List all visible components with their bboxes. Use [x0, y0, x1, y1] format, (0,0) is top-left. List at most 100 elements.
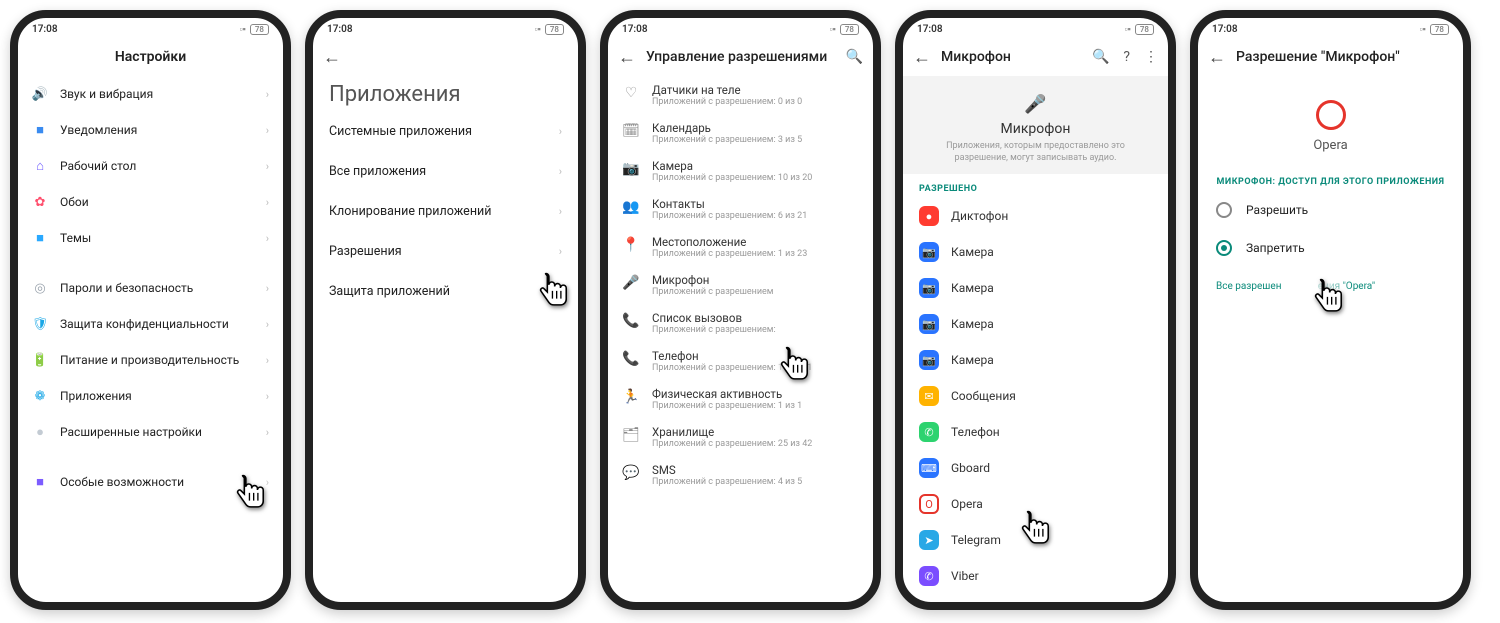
app-item[interactable]: OOpera	[903, 486, 1168, 522]
option-deny[interactable]: Запретить	[1198, 229, 1463, 267]
page-title: Управление разрешениями	[646, 49, 827, 65]
settings-item[interactable]: 🛡Защита конфиденциальности›	[18, 306, 283, 342]
settings-item[interactable]: ■ Темы ›	[18, 220, 283, 256]
permission-item[interactable]: 🏃 Физическая активностьПриложений с разре…	[608, 380, 873, 418]
permission-icon: 🗓	[622, 123, 640, 139]
app-label: Диктофон	[951, 209, 1008, 223]
app-item[interactable]: 📷Камера	[903, 270, 1168, 306]
app-item[interactable]: ● Диктофон	[903, 198, 1168, 234]
radio-deny[interactable]	[1216, 240, 1232, 256]
chevron-right-icon: ›	[266, 426, 269, 439]
item-icon: ●	[32, 424, 48, 440]
apps-item[interactable]: Клонирование приложений›	[313, 191, 578, 231]
permission-title: Список вызовов	[652, 311, 776, 325]
permission-title: Физическая активность	[652, 387, 802, 401]
app-icon: ●	[919, 206, 939, 226]
item-label: Уведомления	[60, 123, 254, 137]
settings-item[interactable]: 🔊Звук и вибрация›	[18, 76, 283, 112]
back-button[interactable]: ←	[618, 47, 636, 68]
app-item[interactable]: ✉Сообщения	[903, 378, 1168, 414]
status-time: 17:08	[1212, 24, 1238, 35]
item-label: Темы	[60, 231, 254, 245]
settings-item[interactable]: ⌂Рабочий стол›	[18, 148, 283, 184]
app-item[interactable]: 📷Камера	[903, 306, 1168, 342]
app-item[interactable]: ➤Telegram	[903, 522, 1168, 558]
app-item[interactable]: ✆Телефон	[903, 414, 1168, 450]
item-label: Клонирование приложений	[329, 204, 547, 219]
app-label: Opera	[951, 497, 983, 511]
permission-title: Хранилище	[652, 425, 812, 439]
permission-item[interactable]: 📞Список вызововПриложений с разрешением:	[608, 304, 873, 342]
app-label: Телефон	[951, 425, 1000, 439]
settings-item[interactable]: 🔋Питание и производительность›	[18, 342, 283, 378]
chevron-right-icon: ›	[266, 354, 269, 367]
permission-item[interactable]: 📷КамераПриложений с разрешением: 10 из 2…	[608, 152, 873, 190]
statusbar: 17:08 ▫▪78	[903, 18, 1168, 38]
status-time: 17:08	[917, 24, 943, 35]
option-allow-label: Разрешить	[1246, 203, 1308, 217]
chevron-right-icon: ›	[266, 232, 269, 245]
statusbar: 17:08 ▫▪78	[1198, 18, 1463, 38]
apps-item[interactable]: Все приложения›	[313, 151, 578, 191]
item-label: Разрешения	[329, 244, 547, 259]
apps-item[interactable]: Системные приложения›	[313, 111, 578, 151]
status-time: 17:08	[622, 24, 648, 35]
chevron-right-icon: ›	[559, 245, 562, 258]
permission-item[interactable]: 🎤МикрофонПриложений с разрешением	[608, 266, 873, 304]
item-label: Обои	[60, 195, 254, 209]
option-allow[interactable]: Разрешить	[1198, 191, 1463, 229]
chevron-right-icon: ›	[559, 125, 562, 138]
help-icon[interactable]: ?	[1123, 49, 1130, 65]
permission-title: Датчики на теле	[652, 83, 802, 97]
permission-item[interactable]: 📞ТелефонПриложений с разрешением: 10 из …	[608, 342, 873, 380]
app-item[interactable]: 📷Камера	[903, 234, 1168, 270]
settings-item[interactable]: ■Уведомления›	[18, 112, 283, 148]
settings-item[interactable]: ❁Приложения›	[18, 378, 283, 414]
permission-item[interactable]: 🗓КалендарьПриложений с разрешением: 3 из…	[608, 114, 873, 152]
more-icon[interactable]: ⋮	[1144, 49, 1158, 65]
permission-subtitle: Приложений с разрешением: 4 из 5	[652, 477, 802, 487]
permission-icon: 🏃	[622, 389, 640, 405]
back-button[interactable]: ←	[1208, 47, 1226, 68]
settings-item[interactable]: ✿Обои›	[18, 184, 283, 220]
chevron-right-icon: ›	[559, 165, 562, 178]
app-icon: 📷	[919, 350, 939, 370]
app-icon: ➤	[919, 530, 939, 550]
back-button[interactable]: ←	[323, 47, 341, 68]
battery-icon: 78	[1430, 24, 1449, 35]
app-icon: ⌨	[919, 458, 939, 478]
apps-item[interactable]: Разрешения ›	[313, 231, 578, 271]
settings-item[interactable]: ■Особые возможности›	[18, 464, 283, 500]
item-label: Питание и производительность	[60, 353, 254, 367]
all-permissions-link[interactable]: Все разрешен XXXXX ения "Opera"	[1198, 267, 1463, 306]
permission-subtitle: Приложений с разрешением: 1 из 23	[652, 249, 807, 259]
chevron-right-icon: ›	[266, 160, 269, 173]
chevron-right-icon: ›	[266, 282, 269, 295]
permission-item[interactable]: 🗂ХранилищеПриложений с разрешением: 25 и…	[608, 418, 873, 456]
permission-title: Местоположение	[652, 235, 807, 249]
app-icon: 📷	[919, 314, 939, 334]
item-icon: 🔊	[32, 87, 48, 102]
permission-item[interactable]: 👥КонтактыПриложений с разрешением: 6 из …	[608, 190, 873, 228]
item-icon: ■	[32, 230, 48, 246]
item-icon: ⌂	[32, 158, 48, 174]
item-label: Расширенные настройки	[60, 425, 254, 439]
settings-item[interactable]: ● Расширенные настройки ›	[18, 414, 283, 450]
radio-allow[interactable]	[1216, 202, 1232, 218]
app-icon: 📷	[919, 242, 939, 262]
permission-item[interactable]: 📍МестоположениеПриложений с разрешением:…	[608, 228, 873, 266]
app-item[interactable]: ✆Viber	[903, 558, 1168, 594]
apps-item[interactable]: Защита приложений›	[313, 271, 578, 311]
settings-item[interactable]: ◎Пароли и безопасность›	[18, 270, 283, 306]
permission-subtitle: Приложений с разрешением: 1 из 1	[652, 401, 802, 411]
search-icon[interactable]: 🔍	[846, 49, 863, 65]
page-title: Приложения	[313, 76, 578, 111]
option-deny-label: Запретить	[1246, 241, 1305, 255]
app-item[interactable]: 📷Камера	[903, 342, 1168, 378]
permission-item[interactable]: 💬SMSПриложений с разрешением: 4 из 5	[608, 456, 873, 494]
phone-3: 17:08 ▫▪78 ← Управление разрешениями 🔍 ♡…	[600, 10, 881, 610]
app-item[interactable]: ⌨Gboard	[903, 450, 1168, 486]
permission-item[interactable]: ♡Датчики на телеПриложений с разрешением…	[608, 76, 873, 114]
back-button[interactable]: ←	[913, 47, 931, 68]
search-icon[interactable]: 🔍	[1092, 49, 1109, 65]
